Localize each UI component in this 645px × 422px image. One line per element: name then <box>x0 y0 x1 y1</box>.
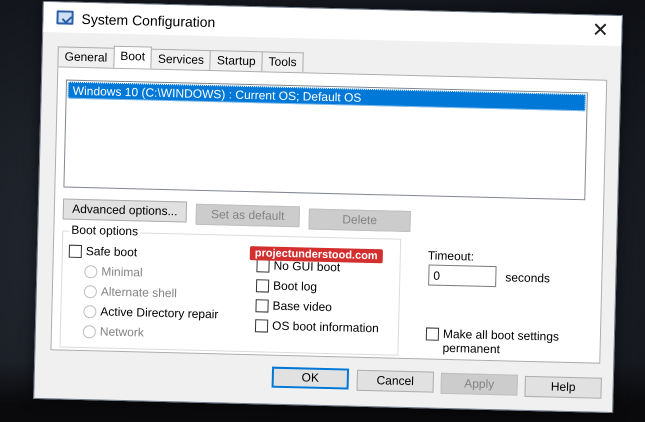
radio-minimal-label: Minimal <box>101 264 143 280</box>
msconfig-icon <box>56 10 74 25</box>
os-list[interactable]: Windows 10 (C:\WINDOWS) : Current OS; De… <box>63 79 588 201</box>
safe-boot-checkbox[interactable]: Safe boot <box>68 244 138 260</box>
checkbox-box <box>255 298 269 313</box>
timeout-input[interactable] <box>428 264 497 288</box>
tab-general[interactable]: General <box>57 46 115 68</box>
tab-tools[interactable]: Tools <box>261 51 304 73</box>
set-as-default-button[interactable]: Set as default <box>195 203 301 228</box>
os-list-item[interactable]: Windows 10 (C:\WINDOWS) : Current OS; De… <box>67 81 586 112</box>
os-boot-information-label: OS boot information <box>271 318 379 336</box>
make-permanent-label: Make all boot settings permanent <box>442 326 560 357</box>
system-configuration-window: System Configuration ✕ General Boot Serv… <box>33 0 623 414</box>
boot-options-label: Boot options <box>69 222 141 239</box>
boot-tab-panel: Windows 10 (C:\WINDOWS) : Current OS; De… <box>50 66 608 364</box>
checkbox-box <box>68 244 83 258</box>
tab-services[interactable]: Services <box>150 48 212 71</box>
radio-active-directory-repair[interactable]: Active Directory repair <box>83 304 219 322</box>
timeout-unit-label: seconds <box>505 270 551 286</box>
checkbox-box <box>256 258 270 273</box>
radio-network-label: Network <box>99 324 145 340</box>
tab-boot[interactable]: Boot <box>113 45 153 69</box>
help-button[interactable]: Help <box>524 375 602 399</box>
radio-alternate-shell-label: Alternate shell <box>100 284 178 301</box>
close-button[interactable]: ✕ <box>589 19 612 42</box>
base-video-label: Base video <box>272 298 333 315</box>
base-video-checkbox[interactable]: Base video <box>255 298 332 314</box>
radio-dot <box>82 324 97 338</box>
radio-dot <box>83 304 97 318</box>
checkbox-box <box>254 318 269 333</box>
window-title: System Configuration <box>81 10 216 31</box>
make-permanent-checkbox[interactable]: Make all boot settings permanent <box>425 326 569 357</box>
radio-dot <box>83 284 98 298</box>
radio-active-directory-repair-label: Active Directory repair <box>100 304 219 322</box>
advanced-options-button[interactable]: Advanced options... <box>62 198 188 223</box>
os-boot-information-checkbox[interactable]: OS boot information <box>254 318 379 336</box>
delete-button[interactable]: Delete <box>308 208 411 233</box>
radio-minimal[interactable]: Minimal <box>84 264 143 279</box>
boot-log-checkbox[interactable]: Boot log <box>255 278 318 294</box>
checkbox-box <box>425 327 440 341</box>
radio-alternate-shell[interactable]: Alternate shell <box>83 284 178 301</box>
radio-dot <box>84 264 98 278</box>
apply-button[interactable]: Apply <box>440 372 518 396</box>
safe-boot-label: Safe boot <box>85 244 138 260</box>
cancel-button[interactable]: Cancel <box>356 369 435 393</box>
radio-network[interactable]: Network <box>82 324 145 340</box>
title-bar[interactable]: System Configuration ✕ <box>43 1 622 47</box>
tab-startup[interactable]: Startup <box>209 50 263 72</box>
checkbox-box <box>255 278 270 293</box>
boot-log-label: Boot log <box>272 278 318 294</box>
ok-button[interactable]: OK <box>271 366 350 390</box>
timeout-label: Timeout: <box>427 248 475 264</box>
